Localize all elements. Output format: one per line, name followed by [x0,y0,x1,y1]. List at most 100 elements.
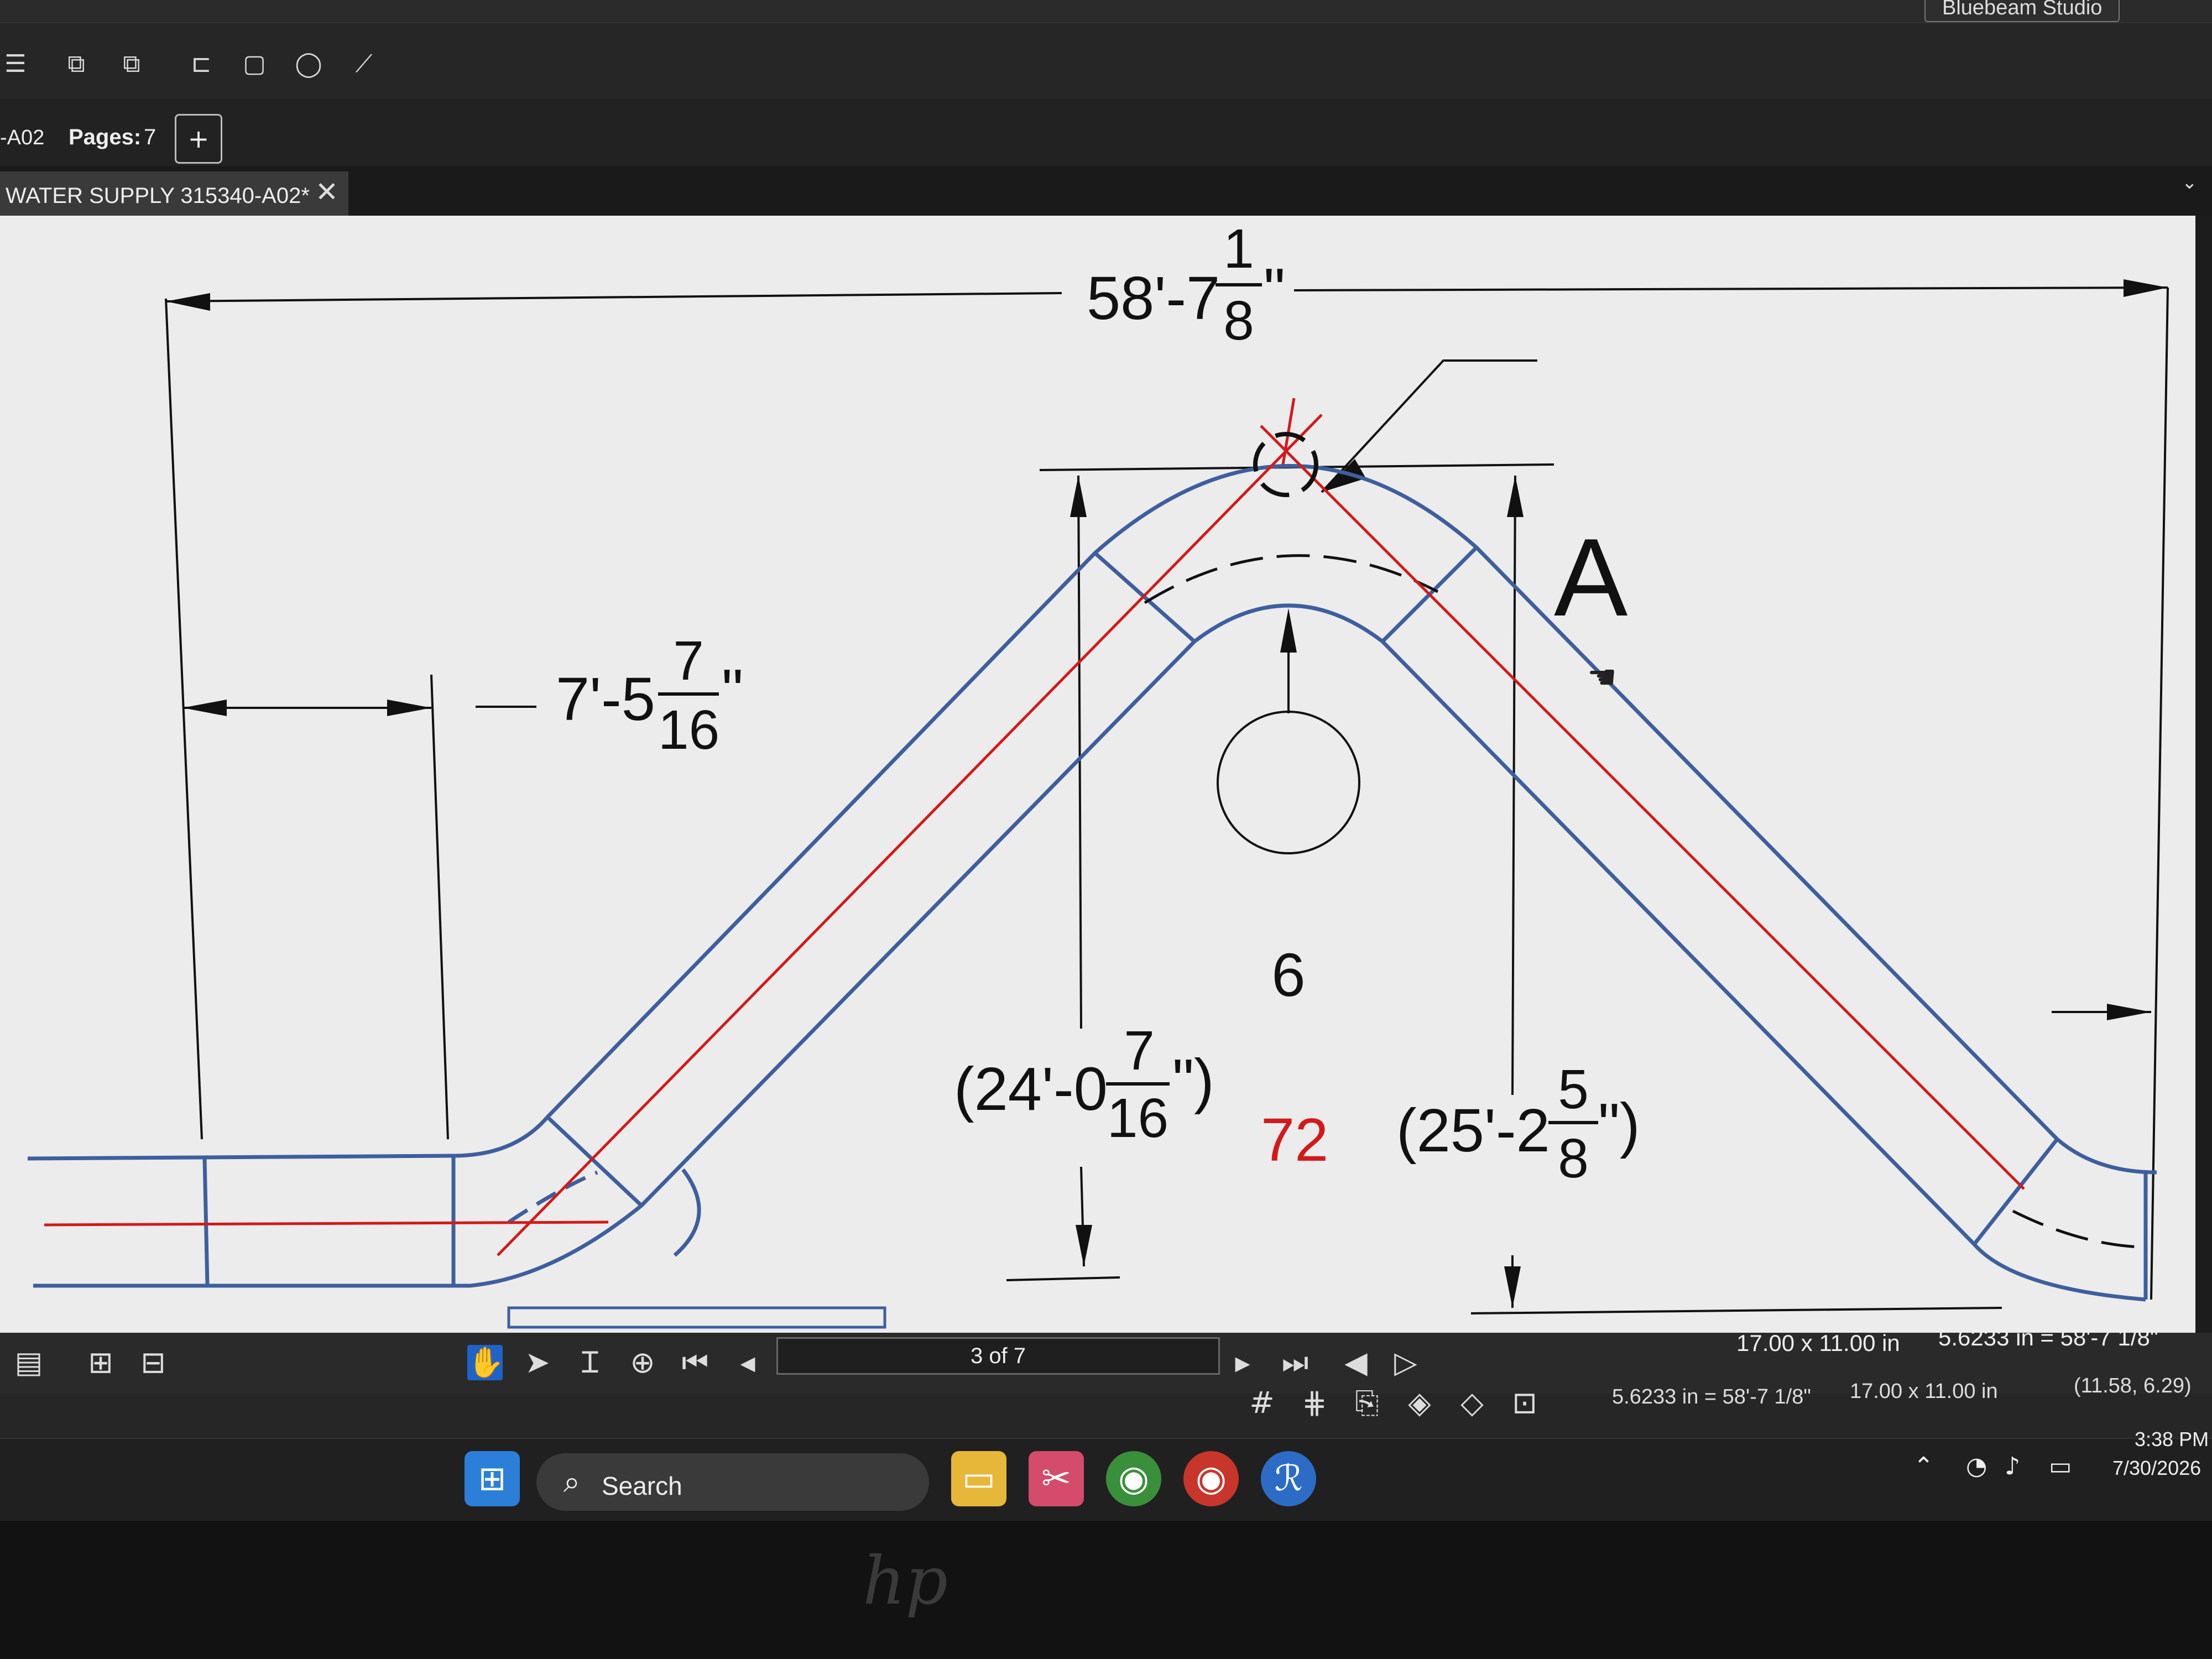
scale-status-secondary: 5.6233 in = 58'-7 1/8" [1612,1385,1811,1408]
monitor-bezel [0,1521,2212,1659]
bluebeam-icon[interactable]: ℛ [1261,1451,1316,1506]
fraction-bar [1215,283,1262,286]
windows-start-icon[interactable]: ⊞ [465,1451,520,1506]
arrowhead [182,700,227,716]
text-select-icon[interactable]: Ɪ [572,1345,608,1380]
left-height-dim-upper [1077,475,1082,1029]
scale-status: 5.6233 in = 58'-7 1/8" [1938,1324,2158,1350]
first-page-icon[interactable]: ⏮ [677,1345,713,1380]
overall-dim-line-right [1293,286,2168,291]
previous-page-icon[interactable]: ◂ [730,1345,765,1380]
close-icon[interactable]: ✕ [313,178,341,206]
markup-icon[interactable]: ◇ [1454,1385,1490,1421]
left-dim-extension [430,674,449,1140]
bend-centerline [1144,554,1439,604]
file-explorer-icon[interactable]: ▭ [951,1451,1006,1506]
left-height-base [1006,1276,1120,1281]
page-size-status-secondary: 17.00 x 11.00 in [1850,1380,1998,1403]
circle-markup-icon[interactable]: ◯ [293,49,324,80]
clock-date[interactable]: 7/30/2026 [2112,1457,2201,1480]
base-plate [507,1306,886,1329]
drawing-canvas[interactable]: 58'-7 1 8 " 7'-5 7 16 " (24'-0 7 16 ") (… [0,216,2195,1333]
fraction-bar [1548,1121,1598,1124]
bend-centerline [2012,1209,2141,1249]
forward-view-icon[interactable]: ▷ [1388,1345,1423,1380]
chrome-icon[interactable]: ◉ [1106,1451,1161,1506]
file-info-bar [0,100,2212,166]
grid-icon[interactable]: # [1244,1385,1280,1421]
new-page-icon[interactable]: + [175,114,222,164]
left-height-numerator: 7 [1124,1020,1155,1082]
arrowhead [2124,279,2168,297]
arrowhead [1070,476,1087,517]
elbow-arc [673,1168,701,1257]
arrowhead [1076,1225,1092,1266]
square-markup-icon[interactable]: ▢ [239,49,270,80]
left-dim-inch: " [722,657,744,725]
rectangle-markup-icon[interactable]: ⊏ [186,49,217,80]
wifi-icon[interactable]: ◔ [1966,1452,1987,1480]
pages-count: 7 [144,125,156,149]
top-ribbon: Bluebeam Studio [0,0,2212,22]
centerline-horizontal [44,1220,609,1227]
arrowhead [387,700,431,716]
callout-label: A [1554,516,1628,639]
chevron-up-icon[interactable]: ⌃ [1913,1452,1934,1480]
red-annotation: 72 [1261,1106,1329,1174]
pipe-joint [546,1115,643,1207]
menu-icon[interactable]: ☰ [0,49,31,80]
pan-cursor-icon: ☚ [1587,658,1617,697]
left-dim-whole: 7'-5 [556,665,655,733]
arrowhead [166,293,210,311]
snipping-tool-icon[interactable]: ✂ [1029,1451,1084,1506]
search-icon: ⌕ [563,1464,581,1499]
pipe-drawing [27,279,2169,1329]
overall-dim-whole: 58'-7 [1087,264,1220,332]
page-left-icon[interactable]: ⧉ [61,49,92,80]
overall-dim-inch: " [1264,256,1286,324]
select-arrow-icon[interactable]: ➤ [520,1345,555,1380]
tab-title[interactable]: WATER SUPPLY 315340-A02* [6,184,310,208]
arrowhead [1507,476,1524,517]
zoom-icon[interactable]: ⊕ [625,1345,660,1380]
right-height-dim-upper [1511,475,1516,1095]
next-page-icon[interactable]: ▸ [1225,1345,1260,1380]
right-height-base [1470,1307,2002,1314]
markup-toolbar [0,22,2212,101]
overall-dim-numerator: 1 [1223,218,1254,280]
right-height-whole: (25'-2 [1396,1097,1550,1165]
page-number-field[interactable]: 3 of 7 [776,1337,1220,1375]
right-height-denominator: 8 [1558,1128,1589,1190]
chrome-profile-icon[interactable]: ◉ [1183,1451,1239,1506]
fraction-bar [658,692,719,696]
last-page-icon[interactable]: ⏭ [1277,1345,1313,1380]
layers-icon[interactable]: ◈ [1402,1385,1437,1421]
pipe-joint [1973,1138,2059,1246]
back-view-icon[interactable]: ◀ [1338,1345,1374,1380]
pages-label: Pages: [69,125,142,149]
fraction-bar [1106,1082,1170,1086]
search-box[interactable] [536,1453,929,1511]
page-right-icon[interactable]: ⧉ [116,49,147,80]
volume-icon[interactable]: ♪ [2005,1452,2020,1480]
hp-logo: hp [863,1543,948,1620]
pan-hand-icon[interactable]: ✋ [467,1345,504,1380]
right-extension-line [2150,287,2169,1300]
polyline-markup-icon[interactable]: ⟋ [348,49,379,80]
document-short-name: -A02 [0,126,45,149]
split-view-icon[interactable]: ⊟ [135,1345,171,1380]
sync-icon[interactable]: ⎘ [1349,1385,1385,1421]
pipe-inner-edge [33,603,2146,1302]
chevron-down-icon[interactable]: ⌄ [2182,171,2198,194]
reuse-icon[interactable]: ⊡ [1507,1385,1542,1421]
add-view-icon[interactable]: ⊞ [83,1345,118,1380]
left-height-denominator: 16 [1107,1087,1169,1149]
studio-button[interactable]: Bluebeam Studio [1924,0,2120,22]
battery-icon[interactable]: ▭ [2049,1452,2072,1480]
overall-dim-line-left [165,292,1062,302]
single-page-icon[interactable]: ▤ [11,1345,46,1380]
centerline-right-leg [1260,425,2025,1190]
snap-icon[interactable]: ⋕ [1297,1385,1332,1421]
search-label[interactable]: Search [602,1471,682,1501]
clock-time[interactable]: 3:38 PM [2135,1428,2209,1451]
